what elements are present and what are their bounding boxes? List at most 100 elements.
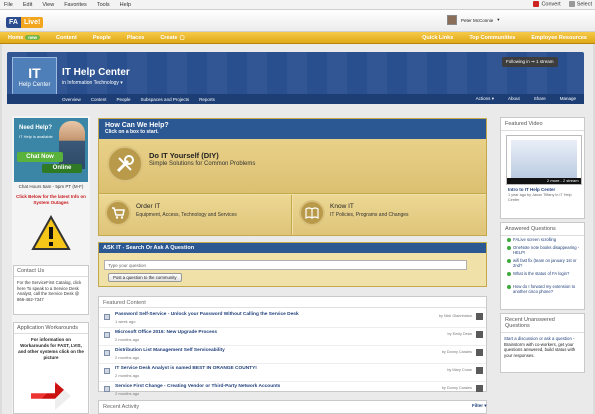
- tab-content[interactable]: Content: [91, 97, 107, 102]
- featured-content-panel: Featured Content Password Self-Service -…: [98, 296, 487, 396]
- video-thumbnail[interactable]: 2 more - 2 stream: [506, 135, 582, 185]
- nav-employee-resources[interactable]: Employee Resources: [523, 35, 595, 41]
- avatar: [476, 331, 483, 338]
- hub-parent-link[interactable]: in Information Technology ▾: [62, 80, 123, 86]
- nav-create[interactable]: Create ▢: [152, 35, 192, 41]
- tab-people[interactable]: People: [117, 97, 131, 102]
- user-menu[interactable]: Peter McConnie ▾: [447, 15, 500, 25]
- nav-top-communities[interactable]: Top Communities: [461, 35, 523, 41]
- warning-icon[interactable]: [31, 214, 71, 253]
- nav-home[interactable]: Home new: [0, 35, 48, 41]
- fa-live-logo[interactable]: FA Live!: [6, 15, 44, 29]
- list-item[interactable]: Microsoft Office 2016: New Upgrade Proce…: [99, 328, 486, 346]
- answered-icon: [507, 272, 511, 276]
- video-title-link[interactable]: Intro to IT Help Center: [508, 187, 555, 192]
- know-it-box[interactable]: Know IT IT Policies, Programs and Change…: [293, 195, 486, 235]
- document-icon: [104, 332, 110, 338]
- list-item[interactable]: FALive screen scrolling: [507, 237, 583, 242]
- list-item[interactable]: How do I forward my extension to another…: [507, 284, 583, 294]
- recent-activity-panel: Recent Activity: [98, 400, 487, 414]
- support-agent-image: [59, 121, 85, 169]
- select-icon: [568, 1, 575, 8]
- question-input[interactable]: Type your question: [104, 260, 467, 270]
- recent-activity-title: Recent Activity: [103, 404, 140, 410]
- chat-now-label: Chat Now: [17, 152, 63, 162]
- share-link[interactable]: Share: [534, 96, 546, 102]
- browser-menubar: File Edit View Favorites Tools Help Conv…: [0, 0, 595, 10]
- contact-us-body: For the ServiceFirst Catalog, click here…: [17, 280, 82, 302]
- how-can-subtitle: Click on a box to start.: [105, 129, 159, 135]
- menu-file[interactable]: File: [4, 2, 13, 8]
- nav-places[interactable]: Places: [119, 35, 152, 41]
- unanswered-questions-panel: Recent Unanswered Questions Start a disc…: [500, 313, 585, 373]
- unanswered-questions-title: Recent Unanswered Questions: [501, 314, 584, 333]
- avatar: [476, 385, 483, 392]
- video-duration: 2 more - 2 stream: [507, 178, 581, 184]
- site-header: [0, 10, 595, 32]
- list-item[interactable]: Password Self-Service - Unlock your Pass…: [99, 310, 486, 328]
- about-link[interactable]: About: [508, 96, 520, 102]
- cart-icon: [105, 200, 131, 226]
- diy-box[interactable]: Do IT Yourself (DIY) Simple Solutions fo…: [99, 139, 486, 194]
- avatar: [476, 367, 483, 374]
- unanswered-body: Start a discussion or ask a question - B…: [504, 336, 576, 358]
- workarounds-title: Application Workarounds: [14, 323, 88, 334]
- menu-view[interactable]: View: [42, 2, 54, 8]
- contact-us-title: Contact Us: [14, 266, 88, 277]
- list-item[interactable]: OneNote note books disappearing - HELP!: [507, 245, 583, 255]
- tools-icon: [107, 146, 143, 182]
- chat-now-widget[interactable]: Need Help? IT Help is available Chat Now…: [14, 118, 88, 182]
- contact-us-panel: Contact Us For the ServiceFirst Catalog,…: [13, 265, 89, 315]
- document-icon: [104, 314, 110, 320]
- answered-icon: [507, 238, 511, 242]
- video-screen: [511, 140, 577, 180]
- follow-button[interactable]: Following in ⇝ 1 stream: [502, 57, 558, 67]
- online-label: Online: [42, 164, 82, 173]
- nav-people[interactable]: People: [85, 35, 119, 41]
- tab-subspaces[interactable]: Subspaces and Projects: [141, 97, 190, 102]
- ask-it-title: ASK IT - Search Or Ask A Question: [99, 243, 486, 253]
- menu-favorites[interactable]: Favorites: [64, 2, 87, 8]
- avatar: [476, 349, 483, 356]
- filter-button[interactable]: Filter ▾: [472, 403, 487, 409]
- answered-icon: [507, 285, 511, 289]
- answered-icon: [507, 246, 511, 250]
- select-button[interactable]: Select: [568, 1, 592, 8]
- book-icon: [299, 200, 325, 226]
- pdf-icon: [533, 1, 540, 8]
- list-item[interactable]: Distribution List Management Self Servic…: [99, 346, 486, 364]
- order-it-box[interactable]: Order IT Equipment, Access, Technology a…: [99, 195, 292, 235]
- featured-content-title: Featured Content: [99, 297, 486, 308]
- nav-quick-links[interactable]: Quick Links: [414, 35, 461, 41]
- document-icon: [104, 350, 110, 356]
- post-question-button[interactable]: Post a question to the community: [108, 273, 182, 282]
- featured-video-title: Featured Video: [501, 118, 584, 131]
- chat-hours: Chat Hours 5am - 5pm PT (M-F): [18, 184, 84, 189]
- create-icon: ▢: [179, 34, 185, 41]
- list-item[interactable]: IT Service Desk Analyst is named BEST IN…: [99, 364, 486, 382]
- document-icon: [104, 386, 110, 392]
- new-badge: new: [25, 35, 41, 40]
- user-name: Peter McConnie: [461, 17, 494, 23]
- answered-questions-title: Answered Questions: [501, 223, 584, 236]
- manage-link[interactable]: Manage: [560, 96, 576, 102]
- chevron-down-icon: ▾: [497, 17, 500, 22]
- answered-questions-panel: Answered Questions FALive screen scrolli…: [500, 222, 585, 310]
- menu-tools[interactable]: Tools: [97, 2, 110, 8]
- menu-edit[interactable]: Edit: [23, 2, 32, 8]
- video-meta: 1 year ago by Jason Tiffany in IT Help C…: [508, 193, 572, 202]
- document-icon: [104, 368, 110, 374]
- list-item[interactable]: Service First Change - Creating Vendor o…: [99, 382, 486, 396]
- start-discussion-link[interactable]: Start a discussion or ask a question: [504, 336, 572, 341]
- avatar: [447, 15, 457, 25]
- menu-help[interactable]: Help: [120, 2, 131, 8]
- nav-content[interactable]: Content: [48, 35, 85, 41]
- list-item[interactable]: What is the status of FA login?: [507, 271, 583, 276]
- convert-button[interactable]: Convert: [533, 1, 561, 8]
- tab-overview[interactable]: Overview: [62, 97, 81, 102]
- actions-menu[interactable]: Actions ▾: [476, 96, 494, 102]
- main-nav: Home new Content People Places Create ▢ Qu…: [0, 32, 595, 44]
- tab-reports[interactable]: Reports: [199, 97, 215, 102]
- list-item[interactable]: wifi fast fix (team on january 1st or 2n…: [507, 258, 583, 268]
- avatar: [476, 313, 483, 320]
